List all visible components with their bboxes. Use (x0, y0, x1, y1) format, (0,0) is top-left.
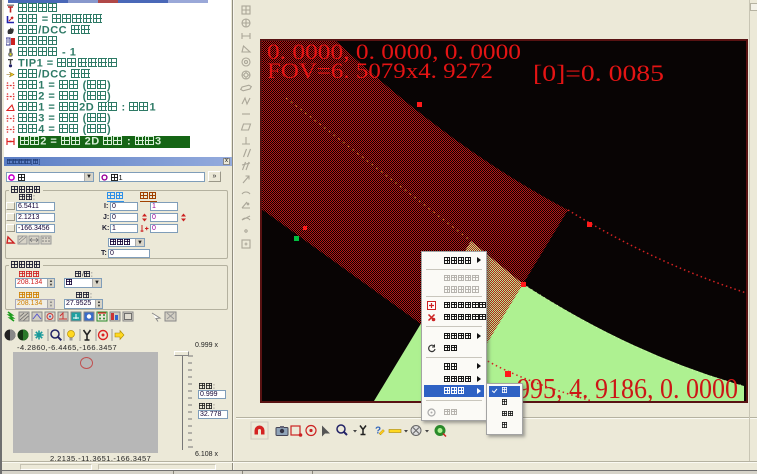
svg-text:FOV=6. 5079x4. 9272: FOV=6. 5079x4. 9272 (267, 58, 493, 83)
svg-text:995, 4. 9186, 0. 0000: 995, 4. 9186, 0. 0000 (517, 374, 738, 401)
svg-text:[0]=0. 0085: [0]=0. 0085 (533, 61, 664, 86)
svg-text:?: ? (375, 426, 381, 437)
